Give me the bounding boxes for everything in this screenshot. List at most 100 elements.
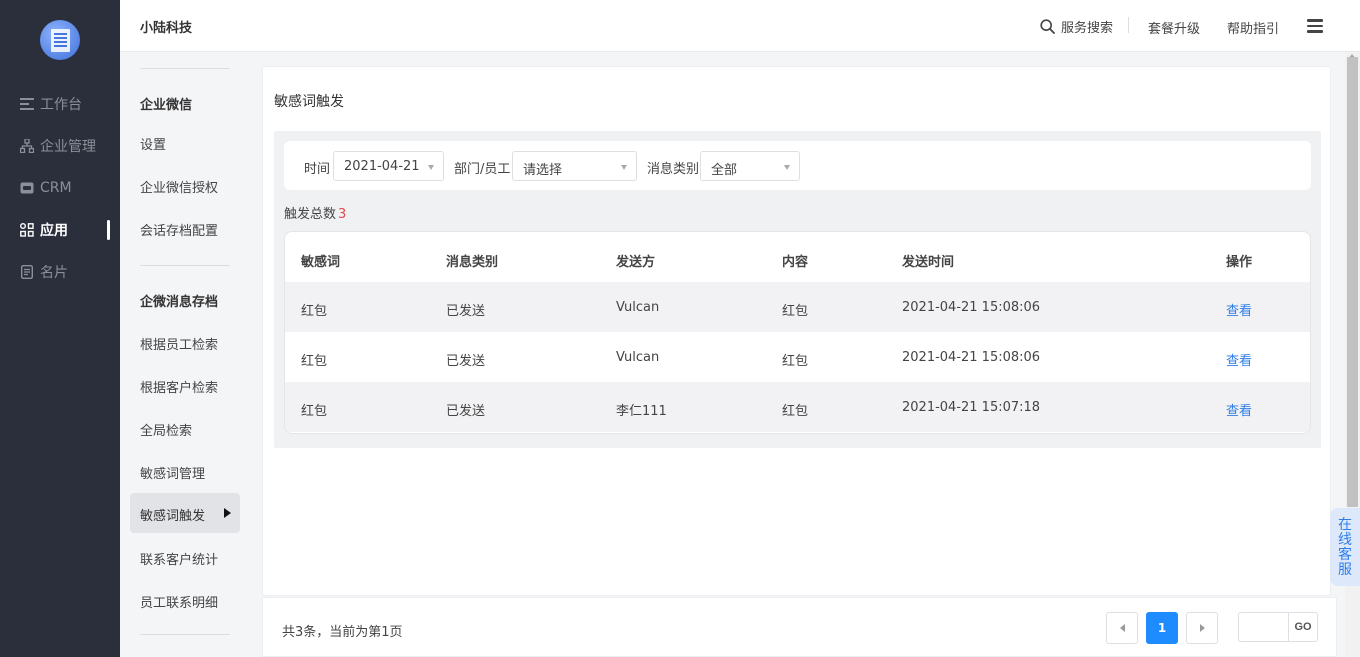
date-select[interactable]: 2021-04-21 <box>333 151 444 181</box>
nav-item-label: CRM <box>40 180 72 196</box>
cell-content: 红包 <box>782 304 809 319</box>
chevron-down-icon <box>428 165 434 170</box>
main-card: 敏感词触发 时间 2021-04-21 部门/员工 请选择 消息类别 全部 触发… <box>262 66 1331 596</box>
divider <box>140 68 230 69</box>
subnav-item-label: 敏感词触发 <box>140 509 206 524</box>
subnav-item-global-search[interactable]: 全局检索 <box>140 420 192 439</box>
nav-item-apps[interactable]: 应用 <box>0 215 120 245</box>
msg-type-value: 全部 <box>711 163 738 178</box>
subnav-item-settings[interactable]: 设置 <box>140 134 166 153</box>
top-header: 小陆科技 服务搜索 套餐升级 帮助指引 <box>120 0 1360 52</box>
view-link[interactable]: 查看 <box>1226 400 1252 419</box>
nav-item-card[interactable]: 名片 <box>0 257 120 287</box>
card-icon <box>20 265 34 279</box>
org-chart-icon <box>20 139 34 153</box>
logo-icon[interactable] <box>40 20 80 60</box>
cell-type: 已发送 <box>446 354 486 369</box>
secondary-nav: 企业微信 设置 企业微信授权 会话存档配置 企微消息存档 根据员工检索 根据客户… <box>120 52 262 657</box>
page-title: 敏感词触发 <box>274 94 344 110</box>
page-jump-input[interactable] <box>1238 612 1288 642</box>
page-number-button[interactable]: 1 <box>1146 612 1178 644</box>
nav-item-label: 企业管理 <box>40 139 96 155</box>
service-search-label: 服务搜索 <box>1061 21 1114 36</box>
caret-right-icon <box>224 508 231 518</box>
cell-sender: 李仁111 <box>616 404 667 419</box>
caret-left-icon <box>1119 624 1125 632</box>
main-nav: 工作台 企业管理 CRM 应用 名片 <box>0 0 120 657</box>
online-support-label: 在线客服 <box>1338 517 1352 578</box>
filter-bar: 时间 2021-04-21 部门/员工 请选择 消息类别 全部 <box>284 141 1311 190</box>
column-header: 操作 <box>1226 255 1253 270</box>
subnav-item-wecom-auth[interactable]: 企业微信授权 <box>140 177 218 196</box>
cell-sender: Vulcan <box>616 350 660 365</box>
dept-placeholder: 请选择 <box>523 163 563 178</box>
menu-icon[interactable] <box>1307 19 1323 33</box>
column-header: 发送方 <box>616 255 656 270</box>
subnav-item-search-by-customer[interactable]: 根据客户检索 <box>140 377 218 396</box>
column-header: 内容 <box>782 255 809 270</box>
nav-item-label: 名片 <box>40 265 68 281</box>
subnav-item-staff-contact-detail[interactable]: 员工联系明细 <box>140 592 218 611</box>
go-button[interactable]: GO <box>1288 612 1318 642</box>
search-icon <box>1040 19 1055 34</box>
subnav-item-archive-config[interactable]: 会话存档配置 <box>140 220 218 239</box>
cell-word: 红包 <box>301 304 328 319</box>
group-title-archive: 企微消息存档 <box>140 295 219 310</box>
nav-item-label: 工作台 <box>40 97 82 113</box>
cell-sender: Vulcan <box>616 300 660 315</box>
dept-staff-select[interactable]: 请选择 <box>512 151 637 181</box>
msg-type-select[interactable]: 全部 <box>700 151 800 181</box>
table-row: 红包 已发送 Vulcan 红包 2021-04-21 15:08:06 查看 <box>285 332 1310 382</box>
view-link[interactable]: 查看 <box>1226 350 1252 369</box>
view-link[interactable]: 查看 <box>1226 300 1252 319</box>
table-header: 敏感词 消息类别 发送方 内容 发送时间 操作 <box>285 232 1310 282</box>
trigger-count-label: 触发总数 <box>284 207 337 222</box>
cell-time: 2021-04-21 15:08:06 <box>902 300 1041 315</box>
divider <box>140 265 230 266</box>
cell-time: 2021-04-21 15:07:18 <box>902 400 1041 415</box>
table-row: 红包 已发送 李仁111 红包 2021-04-21 15:07:18 查看 <box>285 382 1310 432</box>
content-panel: 时间 2021-04-21 部门/员工 请选择 消息类别 全部 触发总数 3 敏感… <box>274 131 1321 448</box>
trigger-table: 敏感词 消息类别 发送方 内容 发送时间 操作 红包 已发送 Vulcan 红包… <box>284 231 1311 434</box>
scrollbar-thumb[interactable] <box>1347 57 1358 507</box>
next-page-button[interactable] <box>1186 612 1218 644</box>
cell-word: 红包 <box>301 404 328 419</box>
msg-type-label: 消息类别 <box>647 162 700 177</box>
help-link[interactable]: 帮助指引 <box>1227 18 1279 37</box>
subnav-item-sensitive-trigger[interactable]: 敏感词触发 <box>130 493 240 533</box>
trigger-count-value: 3 <box>338 207 347 222</box>
subnav-item-search-by-staff[interactable]: 根据员工检索 <box>140 334 218 353</box>
cell-type: 已发送 <box>446 404 486 419</box>
service-search-button[interactable]: 服务搜索 <box>1040 17 1113 36</box>
table-row: 红包 已发送 Vulcan 红包 2021-04-21 15:08:06 查看 <box>285 282 1310 332</box>
cell-time: 2021-04-21 15:08:06 <box>902 350 1041 365</box>
chevron-down-icon <box>784 165 790 170</box>
trigger-count: 触发总数 3 <box>284 203 346 222</box>
company-name: 小陆科技 <box>140 21 193 36</box>
cell-content: 红包 <box>782 354 809 369</box>
subnav-item-contact-stats[interactable]: 联系客户统计 <box>140 549 218 568</box>
time-label: 时间 <box>304 162 331 177</box>
column-header: 消息类别 <box>446 255 499 270</box>
pagination-bar: 共3条，当前为第1页 1 GO <box>262 597 1337 657</box>
column-header: 敏感词 <box>301 255 341 270</box>
divider <box>140 634 230 635</box>
nav-item-enterprise[interactable]: 企业管理 <box>0 131 120 161</box>
crm-icon <box>20 181 34 195</box>
nav-item-workbench[interactable]: 工作台 <box>0 89 120 119</box>
nav-item-label: 应用 <box>40 223 68 239</box>
workbench-icon <box>20 97 34 111</box>
online-support-button[interactable]: 在线客服 <box>1330 508 1360 586</box>
cell-content: 红包 <box>782 404 809 419</box>
subnav-item-sensitive-words[interactable]: 敏感词管理 <box>140 463 205 482</box>
cell-type: 已发送 <box>446 304 486 319</box>
pagination-info: 共3条，当前为第1页 <box>282 625 403 640</box>
column-header: 发送时间 <box>902 255 955 270</box>
header-divider <box>1128 17 1129 33</box>
group-title-wecom: 企业微信 <box>140 98 193 113</box>
chevron-down-icon <box>621 165 627 170</box>
nav-item-crm[interactable]: CRM <box>0 173 120 203</box>
date-value: 2021-04-21 <box>344 159 420 174</box>
upgrade-link[interactable]: 套餐升级 <box>1148 18 1200 37</box>
prev-page-button[interactable] <box>1106 612 1138 644</box>
